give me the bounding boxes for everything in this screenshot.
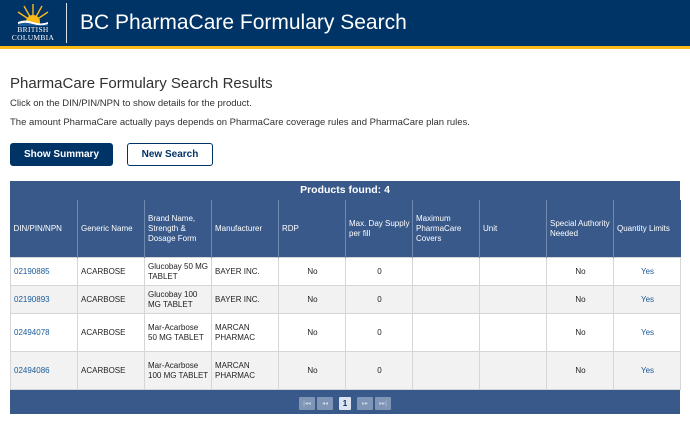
table-row: 02494078 ACARBOSE Mar-Acarbose 50 MG TAB… — [10, 313, 681, 352]
unit-cell — [479, 285, 547, 314]
current-page-button[interactable]: 1 — [339, 397, 351, 410]
column-header-din[interactable]: DIN/PIN/NPN — [10, 200, 78, 258]
special-authority-cell: No — [546, 351, 614, 390]
column-header-max-day-supply[interactable]: Max. Day Supply per fill — [345, 200, 413, 258]
show-summary-button[interactable]: Show Summary — [10, 143, 113, 166]
unit-cell — [479, 313, 547, 352]
results-table: Products found: 4 DIN/PIN/NPN Generic Na… — [10, 181, 681, 414]
generic-name-cell: ACARBOSE — [77, 313, 145, 352]
instruction-text: Click on the DIN/PIN/NPN to show details… — [10, 98, 252, 109]
column-header-quantity-limits[interactable]: Quantity Limits — [613, 200, 681, 258]
new-search-button[interactable]: New Search — [127, 143, 213, 166]
quantity-limits-link[interactable]: Yes — [613, 313, 681, 352]
generic-name-cell: ACARBOSE — [77, 351, 145, 390]
unit-cell — [479, 257, 547, 286]
brand-name-cell: Mar-Acarbose 50 MG TABLET — [144, 313, 212, 352]
max-covers-cell — [412, 351, 480, 390]
next-page-button[interactable]: ▸▸ — [357, 397, 373, 410]
results-grid: DIN/PIN/NPN Generic Name Brand Name, Str… — [10, 200, 681, 390]
products-found-count: Products found: 4 — [300, 184, 390, 196]
din-link[interactable]: 02494086 — [10, 351, 78, 390]
max-covers-cell — [412, 285, 480, 314]
bc-logo[interactable]: BRITISH COLUMBIA — [8, 2, 58, 44]
din-link[interactable]: 02190885 — [10, 257, 78, 286]
last-page-button[interactable]: ▸▸| — [375, 397, 391, 410]
max-day-supply-cell: 0 — [345, 285, 413, 314]
table-row: 02190893 ACARBOSE Glucobay 100 MG TABLET… — [10, 285, 681, 314]
header-divider — [66, 3, 67, 43]
special-authority-cell: No — [546, 313, 614, 352]
max-covers-cell — [412, 313, 480, 352]
rdp-cell: No — [278, 351, 346, 390]
sun-logo-icon — [17, 4, 49, 26]
prev-page-button[interactable]: ◂◂ — [317, 397, 333, 410]
max-day-supply-cell: 0 — [345, 351, 413, 390]
brand-name-cell: Glucobay 100 MG TABLET — [144, 285, 212, 314]
max-day-supply-cell: 0 — [345, 257, 413, 286]
manufacturer-cell: MARCAN PHARMAC — [211, 313, 279, 352]
manufacturer-cell: MARCAN PHARMAC — [211, 351, 279, 390]
pagination: |◂◂ ◂◂ 1 ▸▸ ▸▸| — [10, 393, 680, 414]
rdp-cell: No — [278, 257, 346, 286]
max-day-supply-cell: 0 — [345, 313, 413, 352]
manufacturer-cell: BAYER INC. — [211, 285, 279, 314]
column-header-rdp[interactable]: RDP — [278, 200, 346, 258]
coverage-note: The amount PharmaCare actually pays depe… — [10, 117, 470, 128]
din-link[interactable]: 02494078 — [10, 313, 78, 352]
column-header-max-covers[interactable]: Maximum PharmaCare Covers — [412, 200, 480, 258]
manufacturer-cell: BAYER INC. — [211, 257, 279, 286]
site-title: BC PharmaCare Formulary Search — [80, 11, 407, 34]
special-authority-cell: No — [546, 257, 614, 286]
rdp-cell: No — [278, 285, 346, 314]
page-title: PharmaCare Formulary Search Results — [10, 75, 273, 92]
table-row: 02190885 ACARBOSE Glucobay 50 MG TABLET … — [10, 257, 681, 286]
generic-name-cell: ACARBOSE — [77, 285, 145, 314]
generic-name-cell: ACARBOSE — [77, 257, 145, 286]
column-header-unit[interactable]: Unit — [479, 200, 547, 258]
site-header: BRITISH COLUMBIA BC PharmaCare Formulary… — [0, 0, 690, 49]
quantity-limits-link[interactable]: Yes — [613, 257, 681, 286]
unit-cell — [479, 351, 547, 390]
quantity-limits-link[interactable]: Yes — [613, 285, 681, 314]
quantity-limits-link[interactable]: Yes — [613, 351, 681, 390]
logo-text-columbia: COLUMBIA — [11, 33, 55, 42]
table-row: 02494086 ACARBOSE Mar-Acarbose 100 MG TA… — [10, 351, 681, 390]
column-header-manufacturer[interactable]: Manufacturer — [211, 200, 279, 258]
column-header-generic-name[interactable]: Generic Name — [77, 200, 145, 258]
din-link[interactable]: 02190893 — [10, 285, 78, 314]
brand-name-cell: Mar-Acarbose 100 MG TABLET — [144, 351, 212, 390]
special-authority-cell: No — [546, 285, 614, 314]
column-header-brand-name[interactable]: Brand Name, Strength & Dosage Form — [144, 200, 212, 258]
max-covers-cell — [412, 257, 480, 286]
first-page-button[interactable]: |◂◂ — [299, 397, 315, 410]
column-header-special-authority[interactable]: Special Authority Needed — [546, 200, 614, 258]
rdp-cell: No — [278, 313, 346, 352]
brand-name-cell: Glucobay 50 MG TABLET — [144, 257, 212, 286]
